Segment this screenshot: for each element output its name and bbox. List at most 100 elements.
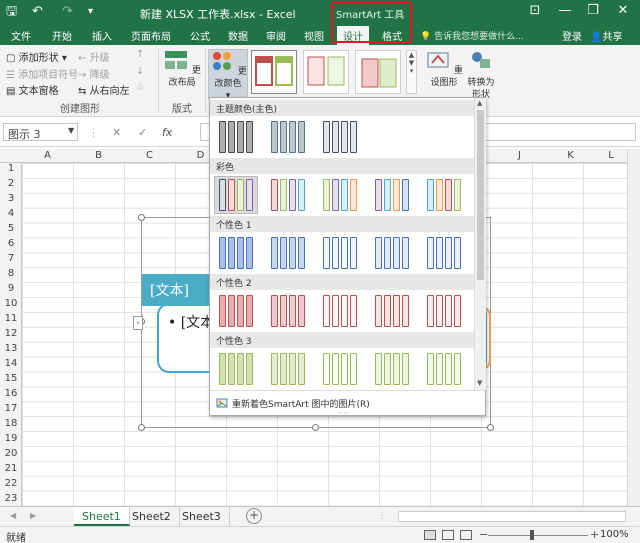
ribbon-display-options-icon[interactable]: ⊡ [520, 3, 550, 18]
tell-me-search[interactable]: 💡 告诉我您想要做什么... [420, 29, 524, 42]
normal-view-icon[interactable] [424, 530, 436, 540]
cancel-icon[interactable]: ✕ [112, 126, 121, 139]
chevron-down-icon[interactable]: ▼ [68, 126, 74, 135]
reset-graphic-button[interactable]: 重设图形 [424, 49, 464, 89]
row-header[interactable]: 1 [0, 163, 22, 174]
chevron-down-icon[interactable]: ▼ [477, 379, 482, 387]
sheet-tab-sheet3[interactable]: Sheet3 [174, 507, 230, 526]
page-break-view-icon[interactable] [460, 530, 472, 540]
row-header[interactable]: 19 [0, 433, 22, 444]
move-up-icon[interactable]: ↑ [136, 49, 144, 60]
prev-sheet-icon[interactable]: ◀ [10, 511, 16, 520]
chevron-up-icon[interactable]: ▲ [477, 99, 482, 107]
color-variation-option[interactable] [214, 292, 258, 330]
add-shape-button[interactable]: ▢ 添加形状 ▾ [6, 49, 67, 64]
row-header[interactable]: 15 [0, 373, 22, 384]
color-variation-option[interactable] [370, 176, 414, 214]
column-header[interactable]: B [73, 150, 124, 161]
resize-grip-icon[interactable]: ···· [338, 409, 348, 418]
row-header[interactable]: 18 [0, 418, 22, 429]
row-header[interactable]: 16 [0, 388, 22, 399]
name-box[interactable]: 图示 3 [3, 123, 78, 141]
tab-data[interactable]: 数据 [228, 28, 248, 43]
color-variation-option[interactable] [318, 350, 362, 388]
resize-handle[interactable] [312, 424, 319, 431]
color-variation-option[interactable] [422, 350, 466, 388]
color-variation-option[interactable] [266, 176, 310, 214]
restore-button[interactable]: ❐ [578, 3, 608, 18]
color-variation-option[interactable] [318, 176, 362, 214]
resize-handle[interactable] [487, 424, 494, 431]
row-header[interactable]: 17 [0, 403, 22, 414]
column-header[interactable]: J [494, 150, 545, 161]
row-header[interactable]: 4 [0, 208, 22, 219]
row-header[interactable]: 7 [0, 253, 22, 264]
row-header[interactable]: 2 [0, 178, 22, 189]
dropdown-scrollbar[interactable]: ▲ ▼ [474, 98, 486, 390]
text-pane-toggle-icon[interactable]: ‹ [133, 316, 143, 330]
row-header[interactable]: 12 [0, 328, 22, 339]
add-sheet-button[interactable]: + [246, 508, 262, 524]
smartart-style-thumb[interactable] [355, 50, 401, 94]
color-variation-option[interactable] [318, 234, 362, 272]
column-header[interactable]: K [545, 150, 596, 161]
recolor-pictures-option[interactable]: 重新着色SmartArt 图中的图片(R) ···· [210, 390, 485, 418]
row-header[interactable]: 5 [0, 223, 22, 234]
color-variation-option[interactable] [318, 118, 362, 156]
next-sheet-icon[interactable]: ▶ [30, 511, 36, 520]
vertical-scrollbar[interactable] [627, 149, 640, 506]
row-header[interactable]: 9 [0, 283, 22, 294]
column-header[interactable]: C [124, 150, 175, 161]
row-header[interactable]: 3 [0, 193, 22, 204]
tab-insert[interactable]: 插入 [92, 28, 112, 43]
promote-button[interactable]: ← 升级 [78, 49, 110, 64]
convert-to-shapes-button[interactable]: 转换为形状 [465, 49, 497, 101]
zoom-slider[interactable] [488, 535, 588, 536]
demote-button[interactable]: → 降级 [78, 66, 110, 81]
color-variation-option[interactable] [266, 292, 310, 330]
row-header[interactable]: 20 [0, 448, 22, 459]
sheet-tab-sheet2[interactable]: Sheet2 [124, 507, 180, 526]
color-variation-option[interactable] [266, 118, 310, 156]
row-header[interactable]: 13 [0, 343, 22, 354]
tab-home[interactable]: 开始 [52, 28, 72, 43]
change-layout-button[interactable]: 更改布局 [162, 49, 202, 89]
zoom-in-button[interactable]: + [590, 528, 599, 541]
smartart-header-shape[interactable]: [文本] [142, 274, 212, 306]
save-icon[interactable]: 🖫 [6, 4, 17, 20]
page-layout-view-icon[interactable] [442, 530, 454, 540]
add-bullet-button[interactable]: ☰ 添加项目符号 [6, 66, 78, 81]
color-variation-option[interactable] [422, 292, 466, 330]
signin-link[interactable]: 登录 [562, 28, 582, 43]
row-header[interactable]: 11 [0, 313, 22, 324]
color-variation-option[interactable] [214, 118, 258, 156]
color-variation-option[interactable] [370, 292, 414, 330]
color-variation-option[interactable] [266, 350, 310, 388]
color-variation-option[interactable] [422, 176, 466, 214]
smartart-style-thumb[interactable] [303, 50, 349, 94]
column-header[interactable]: L [596, 150, 626, 161]
right-to-left-button[interactable]: ⇆ 从右向左 [78, 82, 130, 97]
zoom-out-button[interactable]: − [479, 528, 488, 541]
share-button[interactable]: 👤共享 [590, 28, 622, 43]
smartart-bullet-text[interactable]: • [文本 [168, 312, 214, 332]
tab-formulas[interactable]: 公式 [190, 28, 210, 43]
text-pane-button[interactable]: ▤ 文本窗格 [6, 82, 59, 97]
change-colors-button[interactable]: 更改颜色 ▾ [208, 49, 248, 101]
customize-quick-access-icon[interactable]: ▾ [88, 4, 93, 20]
tab-view[interactable]: 视图 [304, 28, 324, 43]
color-variation-option[interactable] [266, 234, 310, 272]
sheet-tab-sheet1[interactable]: Sheet1 [74, 507, 130, 526]
zoom-level[interactable]: 100% [600, 529, 629, 540]
gallery-scroll[interactable]: ▲ ▼ ▾ [406, 50, 417, 94]
row-header[interactable]: 8 [0, 268, 22, 279]
color-variation-option[interactable] [318, 292, 362, 330]
color-variation-option[interactable] [370, 234, 414, 272]
resize-handle[interactable] [138, 424, 145, 431]
color-variation-option[interactable] [422, 234, 466, 272]
close-button[interactable]: ✕ [608, 3, 638, 18]
redo-icon[interactable]: ↷ [62, 4, 73, 20]
minimize-button[interactable]: — [550, 3, 580, 18]
zoom-slider-thumb[interactable] [530, 530, 534, 540]
resize-handle[interactable] [138, 214, 145, 221]
